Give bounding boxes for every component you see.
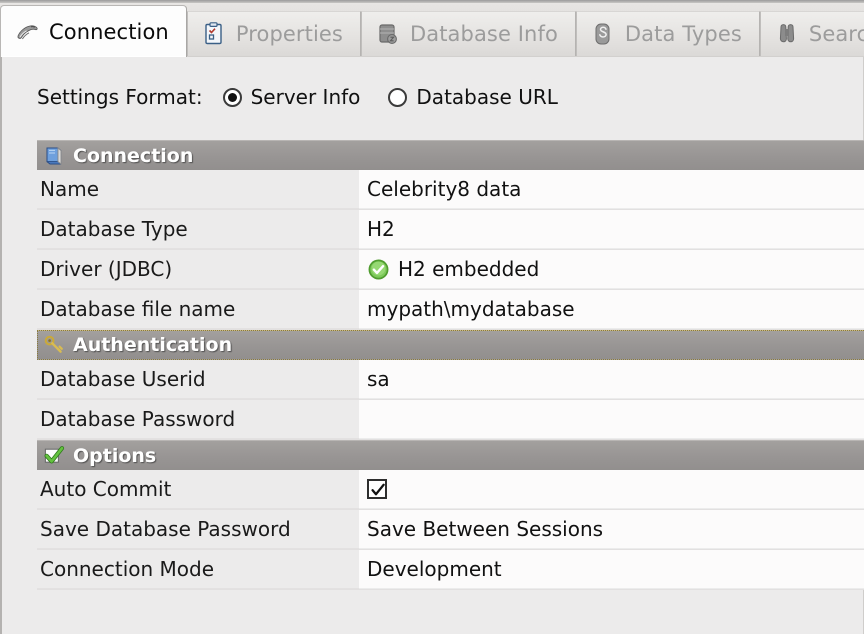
row-value-driver-jdbc: H2 embedded: [398, 257, 539, 281]
green-check-circle-icon: [367, 258, 390, 281]
connection-panel-body: Settings Format: Server Info Database UR…: [0, 57, 864, 634]
section-header-options-label: Options: [73, 445, 156, 467]
table-row[interactable]: Save Database Password Save Between Sess…: [37, 510, 864, 550]
row-label-auto-commit: Auto Commit: [37, 470, 359, 509]
properties-table: Connection Name Celebrity8 data Database…: [37, 140, 864, 590]
row-value-connection-mode[interactable]: Development: [359, 550, 864, 589]
key-icon: [43, 334, 65, 356]
row-label-driver-jdbc: Driver (JDBC): [37, 250, 359, 289]
row-value-auto-commit-cell[interactable]: [359, 470, 864, 509]
radio-database-url[interactable]: [388, 88, 407, 107]
radio-server-info[interactable]: [223, 88, 242, 107]
table-row[interactable]: Driver (JDBC) H2 embedded: [37, 250, 864, 290]
section-header-options[interactable]: Options: [37, 440, 864, 470]
table-row[interactable]: Database file name mypath\mydatabase: [37, 290, 864, 330]
row-label-database-file-name: Database file name: [37, 290, 359, 329]
section-header-authentication[interactable]: Authentication: [37, 330, 864, 360]
settings-format-row: Settings Format: Server Info Database UR…: [37, 85, 586, 109]
table-row[interactable]: Auto Commit: [37, 470, 864, 510]
radio-server-info-label: Server Info: [251, 85, 361, 109]
tab-search-label: Search: [809, 22, 864, 46]
radio-option-database-url[interactable]: Database URL: [388, 85, 557, 109]
database-icon: [375, 21, 401, 47]
tab-database-info[interactable]: Database Info: [361, 11, 576, 56]
tab-bar: Connection Properties Database Info: [0, 0, 864, 57]
green-check-icon: [43, 445, 65, 467]
row-value-save-database-password[interactable]: Save Between Sessions: [359, 510, 864, 549]
tab-connection-label: Connection: [49, 20, 169, 44]
book-icon: [43, 145, 65, 167]
auto-commit-checkbox[interactable]: [367, 479, 387, 499]
row-label-save-database-password: Save Database Password: [37, 510, 359, 549]
row-value-database-password[interactable]: [359, 400, 864, 439]
tab-data-types[interactable]: Data Types: [576, 11, 760, 56]
table-row[interactable]: Database Password: [37, 400, 864, 440]
tab-data-types-label: Data Types: [625, 22, 742, 46]
radio-database-url-label: Database URL: [416, 85, 557, 109]
row-label-database-password: Database Password: [37, 400, 359, 439]
row-value-driver-jdbc-cell[interactable]: H2 embedded: [359, 250, 864, 289]
settings-format-label: Settings Format:: [37, 85, 203, 109]
row-label-database-type: Database Type: [37, 210, 359, 249]
binoculars-icon: [774, 21, 800, 47]
plug-icon: [14, 19, 40, 45]
row-label-database-userid: Database Userid: [37, 360, 359, 399]
checkmark-icon: [370, 482, 386, 498]
row-value-database-userid[interactable]: sa: [359, 360, 864, 399]
table-row[interactable]: Connection Mode Development: [37, 550, 864, 590]
tab-connection[interactable]: Connection: [0, 5, 187, 57]
row-label-connection-mode: Connection Mode: [37, 550, 359, 589]
tab-properties-label: Properties: [236, 22, 343, 46]
clipboard-icon: [201, 21, 227, 47]
connection-settings-panel: Connection Properties Database Info: [0, 0, 864, 634]
table-row[interactable]: Database Userid sa: [37, 360, 864, 400]
row-value-database-type[interactable]: H2: [359, 210, 864, 249]
section-header-connection[interactable]: Connection: [37, 140, 864, 170]
row-value-name[interactable]: Celebrity8 data: [359, 170, 864, 209]
tab-search[interactable]: Search: [760, 11, 864, 56]
table-row[interactable]: Name Celebrity8 data: [37, 170, 864, 210]
section-header-connection-label: Connection: [73, 145, 193, 167]
radio-option-server-info[interactable]: Server Info: [223, 85, 361, 109]
tab-database-info-label: Database Info: [410, 22, 558, 46]
tab-properties[interactable]: Properties: [187, 11, 361, 56]
section-sign-icon: [590, 21, 616, 47]
section-header-authentication-label: Authentication: [73, 334, 232, 356]
row-label-name: Name: [37, 170, 359, 209]
row-value-database-file-name[interactable]: mypath\mydatabase: [359, 290, 864, 329]
table-row[interactable]: Database Type H2: [37, 210, 864, 250]
